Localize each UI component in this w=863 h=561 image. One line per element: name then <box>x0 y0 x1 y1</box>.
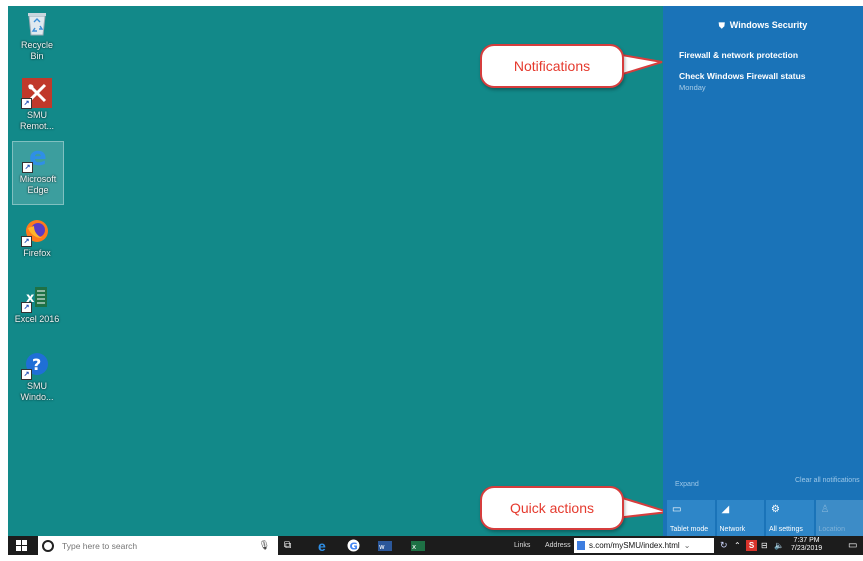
shortcut-arrow-icon: ↗ <box>21 98 32 109</box>
gear-icon: ⚙ <box>771 504 780 515</box>
desktop-icon-firefox[interactable]: ↗ Firefox <box>12 216 62 259</box>
clock-time: 7:37 PM <box>793 537 820 544</box>
expand-link[interactable]: Expand <box>675 481 699 488</box>
quick-action-network[interactable]: ◢ Network <box>716 500 764 536</box>
notification-group-title: Windows Security <box>729 20 808 30</box>
notifications-callout-label: Notifications <box>480 44 624 88</box>
notification-item[interactable]: Firewall & network protection <box>679 50 798 60</box>
quick-action-label: Network <box>719 526 746 533</box>
shield-icon: ⛊ <box>718 21 725 30</box>
notification-group-header[interactable]: ⛊ Windows Security <box>663 20 863 31</box>
recycle-bin-icon <box>22 8 52 38</box>
quick-action-location[interactable]: ♙ Location <box>815 500 863 536</box>
quick-action-all-settings[interactable]: ⚙ All settings <box>766 500 814 536</box>
location-icon: ♙ <box>820 504 830 515</box>
smu-remote-icon: ↗ <box>21 78 52 109</box>
taskbar-overlay: Address s.com/mySMU/index.html ⌄ ↻ ⌃ S ⊟… <box>8 536 863 555</box>
svg-text:?: ? <box>32 355 41 374</box>
refresh-icon[interactable]: ↻ <box>720 536 728 555</box>
action-center: ⛊ Windows Security Firewall & network pro… <box>663 6 863 536</box>
desktop-icon-label: Microsoft Edge <box>19 174 57 195</box>
quick-action-label: Tablet mode <box>670 526 709 533</box>
desktop-icon-smu-remote[interactable]: ↗ SMU Remot... <box>12 78 62 132</box>
page-icon <box>577 541 585 550</box>
desktop-icon-smu-windows[interactable]: ? ↗ SMU Windo... <box>12 349 62 403</box>
clock-date: 7/23/2019 <box>791 545 823 552</box>
network-icon: ◢ <box>721 504 730 515</box>
quick-action-label: Location <box>818 526 845 533</box>
shortcut-arrow-icon: ↗ <box>21 236 32 247</box>
volume-icon[interactable]: 🔈 <box>774 536 784 555</box>
help-icon: ? ↗ <box>21 349 52 380</box>
notification-time: Monday <box>679 83 706 92</box>
firefox-icon: ↗ <box>21 216 52 247</box>
desktop-icon-microsoft-edge[interactable]: e ↗ Microsoft Edge <box>12 141 64 205</box>
edge-icon: e ↗ <box>22 142 53 173</box>
desktop: Recycle Bin ↗ SMU Remot... e ↗ Microsoft… <box>8 6 863 555</box>
address-value: s.com/mySMU/index.html <box>589 541 680 550</box>
tablet-icon: ▭ <box>672 504 682 515</box>
shortcut-arrow-icon: ↗ <box>22 162 33 173</box>
address-field[interactable]: s.com/mySMU/index.html ⌄ <box>574 538 714 553</box>
shortcut-arrow-icon: ↗ <box>21 302 32 313</box>
desktop-icon-recycle-bin[interactable]: Recycle Bin <box>12 8 62 62</box>
desktop-icon-label: SMU Remot... <box>19 110 54 131</box>
tray-app-icon[interactable]: S <box>746 540 757 551</box>
desktop-icon-excel-2016[interactable]: x ↗ Excel 2016 <box>12 282 62 325</box>
desktop-icon-label: SMU Windo... <box>20 381 54 402</box>
notification-item[interactable]: Check Windows Firewall status <box>679 71 806 81</box>
quick-action-tablet-mode[interactable]: ▭ Tablet mode <box>667 500 715 536</box>
network-tray-icon[interactable]: ⊟ <box>761 536 768 555</box>
clock[interactable]: 7:37 PM 7/23/2019 <box>791 537 822 553</box>
quick-actions-callout-label: Quick actions <box>480 486 624 530</box>
excel-icon: x ↗ <box>21 282 52 313</box>
chevron-up-icon[interactable]: ⌃ <box>734 536 741 555</box>
action-center-button-icon[interactable]: ▭ <box>848 536 857 555</box>
shortcut-arrow-icon: ↗ <box>21 369 32 380</box>
desktop-icon-label: Excel 2016 <box>14 314 60 324</box>
desktop-icon-label: Recycle Bin <box>20 40 53 61</box>
chevron-down-icon[interactable]: ⌄ <box>684 541 691 550</box>
address-toolbar-label: Address <box>545 542 571 549</box>
desktop-icon-label: Firefox <box>23 248 51 258</box>
quick-action-label: All settings <box>769 526 803 533</box>
quick-actions: ▭ Tablet mode ◢ Network ⚙ All settings ♙… <box>667 500 863 536</box>
clear-all-notifications-link[interactable]: Clear all notifications <box>795 477 860 484</box>
